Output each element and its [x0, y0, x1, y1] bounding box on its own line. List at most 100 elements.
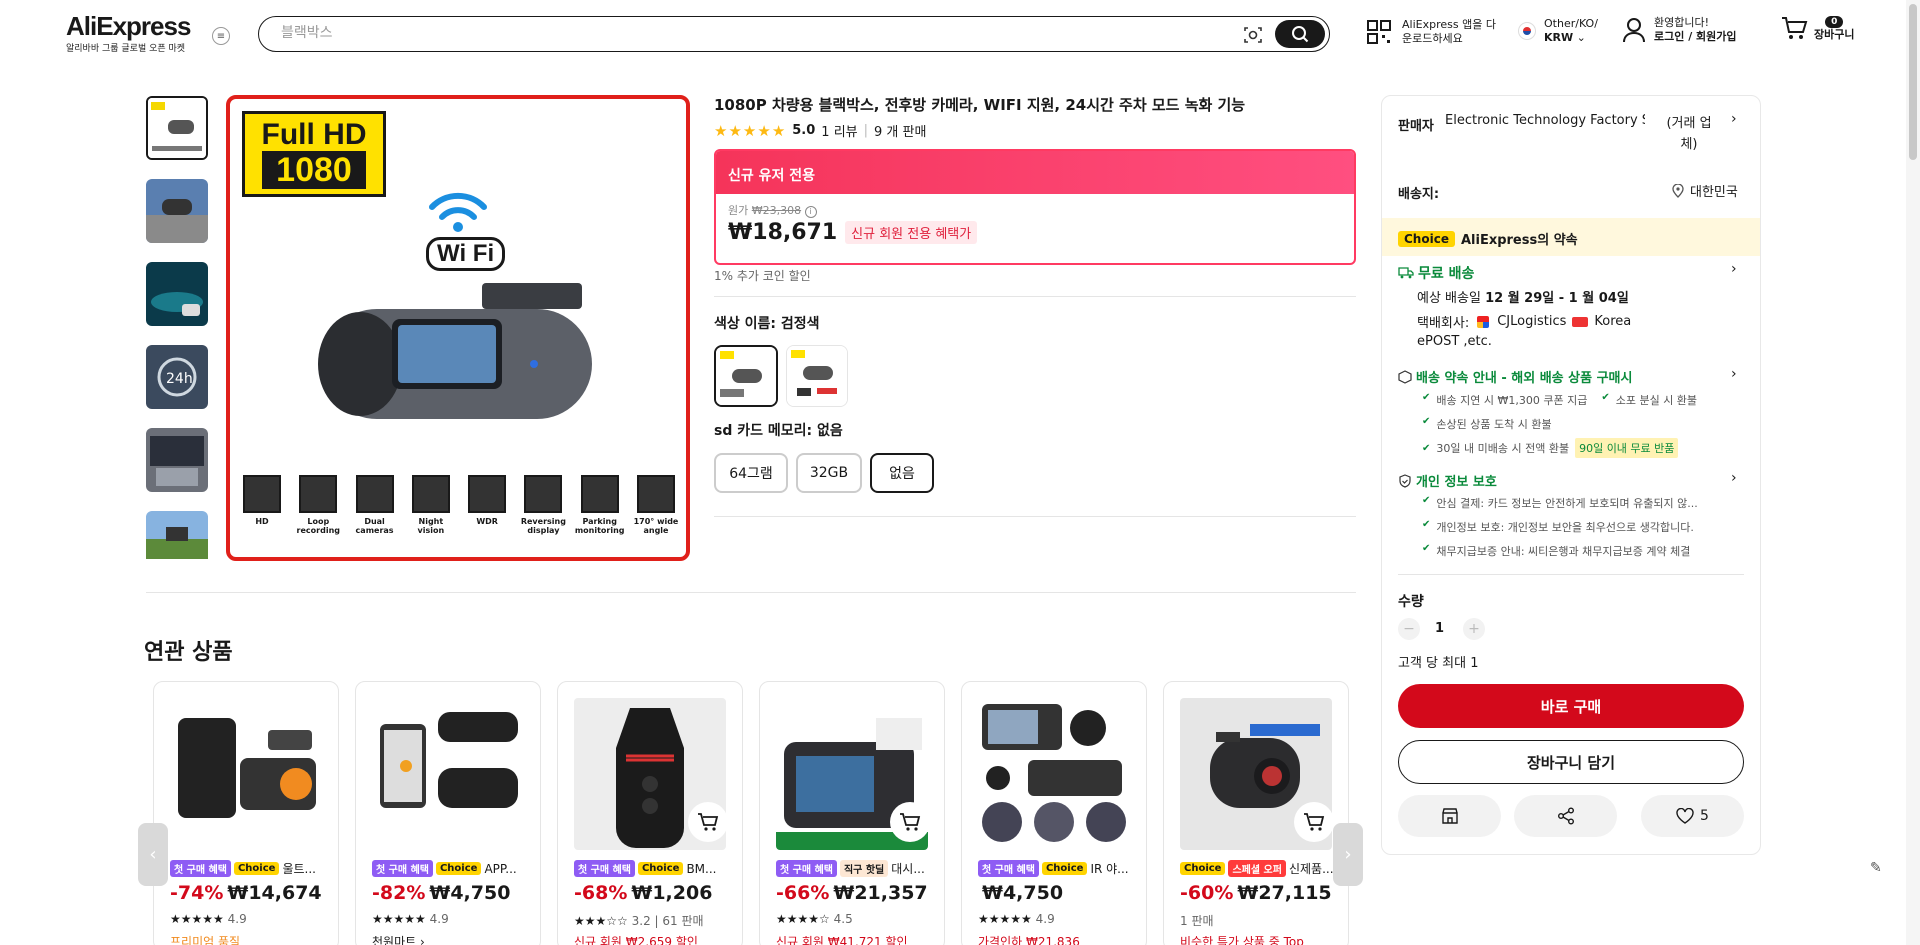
image-search-icon[interactable]	[1243, 25, 1263, 45]
thumbnail-5[interactable]	[146, 428, 208, 492]
search-icon	[1292, 26, 1309, 43]
feature-parking: Parking monitoring	[574, 475, 626, 535]
sd-option-32[interactable]: 32GB	[796, 453, 862, 493]
chevron-right-icon[interactable]: ›	[1731, 261, 1737, 277]
seller-label: 판매자	[1398, 119, 1434, 134]
free-return-badge: 90일 이내 무료 반품	[1575, 438, 1679, 458]
privacy-title[interactable]: 개인 정보 보호	[1398, 471, 1497, 490]
related-card-6[interactable]: Choice 스페셜 오퍼 신제품... -60% ₩27,115 1 판매 비슷한 …	[1163, 681, 1349, 945]
buy-now-button[interactable]: 바로 구매	[1398, 684, 1744, 728]
cart-label: 장바구니	[1814, 28, 1855, 41]
aliexpress-logo[interactable]: AliExpress 알리바바 그룹 글로벌 오픈 마켓	[66, 12, 191, 54]
carousel-next-button[interactable]: ›	[1333, 823, 1363, 886]
rating-row[interactable]: ★ ★ ★ ★ ★ 5.0 1 리뷰 | 9 개 판매	[714, 121, 926, 141]
sd-option-64[interactable]: 64그램	[714, 453, 788, 493]
free-shipping[interactable]: 무료 배송	[1398, 263, 1474, 283]
wish-count: 5	[1700, 808, 1709, 824]
original-price: ₩23,308	[751, 204, 802, 217]
divider	[714, 296, 1356, 297]
carousel-prev-button[interactable]: ‹	[138, 823, 168, 886]
rating: 3.2	[631, 914, 651, 928]
account-menu[interactable]: 환영합니다! 로그인 / 회원가입	[1622, 16, 1737, 44]
related-card-2[interactable]: 첫 구매 혜택 Choice APP... -82% ₩4,750 ★★★★★ 4.9…	[355, 681, 541, 945]
tag: 첫 구매 혜택	[978, 860, 1039, 877]
qty-decrease-button[interactable]: −	[1398, 618, 1420, 640]
product-name: BM...	[686, 861, 717, 876]
divider	[714, 516, 1356, 517]
add-cart-icon[interactable]	[1294, 802, 1334, 842]
korea-flag-icon	[1518, 22, 1536, 40]
sold: 1 판매	[1180, 914, 1214, 928]
search-input[interactable]	[281, 25, 1181, 41]
chevron-right-icon[interactable]: ›	[1731, 111, 1737, 127]
rating: 4.9	[429, 912, 449, 926]
free-ship-text: 무료 배송	[1418, 266, 1475, 282]
chevron-right-icon[interactable]: ›	[1731, 470, 1737, 486]
related-card-1[interactable]: 첫 구매 혜택 Choice 울트... -74% ₩14,674 ★★★★★ 4.9…	[153, 681, 339, 945]
add-to-cart-button[interactable]: 장바구니 담기	[1398, 740, 1744, 784]
discount: -82%	[372, 882, 426, 904]
main-product-image[interactable]: Full HD 1080 Wi Fi HD Loop recording Dua…	[226, 95, 690, 561]
thumbnail-4[interactable]: 24h	[146, 345, 208, 409]
product-image	[170, 698, 322, 850]
related-card-4[interactable]: 첫 구매 혜택 직구 핫딜 대시... -66% ₩21,357 ★★★★☆ 4.5 …	[759, 681, 945, 945]
add-cart-icon[interactable]	[688, 802, 728, 842]
sold: 61 판매	[662, 914, 704, 928]
color-option-black[interactable]	[714, 345, 778, 407]
wishlist-button[interactable]: 5	[1641, 795, 1744, 837]
qty-value[interactable]: 1	[1435, 621, 1444, 636]
product-name: 대시...	[891, 862, 925, 876]
sd-label: sd 카드 메모리: 없음	[714, 423, 843, 439]
wifi-label: Wi Fi	[426, 237, 506, 271]
app-download[interactable]: AliExpress 앱을 다 운로드하세요	[1366, 18, 1496, 46]
carrier3: ePOST ,etc.	[1417, 334, 1492, 349]
privacy-text: 개인 정보 보호	[1416, 475, 1497, 490]
cart-icon	[1782, 17, 1808, 39]
seller-name[interactable]: Electronic Technology Factory St...	[1445, 113, 1645, 128]
menu-icon[interactable]: ≡	[212, 27, 230, 45]
price: ₩4,750	[982, 882, 1064, 904]
related-card-3[interactable]: 첫 구매 혜택 Choice BM... -68% ₩1,206 ★★★☆☆ 3.2 …	[557, 681, 743, 945]
qty-increase-button[interactable]: +	[1463, 618, 1485, 640]
color-option-2[interactable]	[786, 345, 848, 407]
sd-option-none[interactable]: 없음	[870, 453, 934, 493]
related-card-5[interactable]: 첫 구매 혜택 Choice IR 야... ₩4,750 ★★★★★ 4.9 가격…	[961, 681, 1147, 945]
thumbnail-2[interactable]	[146, 179, 208, 243]
badge-top: Full HD	[261, 118, 367, 151]
qr-code-icon	[1367, 20, 1391, 44]
privacy-line3: ✔ 채무지급보증 안내: 씨티은행과 채무지급보증 계약 체결	[1422, 543, 1691, 558]
logo-subtitle: 알리바바 그룹 글로벌 오픈 마켓	[66, 44, 186, 54]
add-cart-icon[interactable]	[890, 802, 930, 842]
guarantee-title[interactable]: 배송 약속 안내 - 해외 배송 상품 구매시	[1398, 367, 1632, 386]
tag: Choice	[1180, 862, 1226, 875]
review-count[interactable]: 1 리뷰	[821, 121, 857, 140]
wifi-icon	[429, 192, 487, 232]
tag: Choice	[1041, 862, 1088, 875]
scrollbar-thumb[interactable]	[1909, 4, 1917, 160]
chevron-right-icon[interactable]: ›	[1731, 366, 1737, 382]
price: ₩4,750	[429, 882, 511, 904]
box-icon	[1398, 369, 1412, 384]
product-name: APP...	[484, 861, 517, 876]
cart-link[interactable]: 0 장바구니	[1780, 14, 1854, 42]
info-icon[interactable]: i	[804, 206, 817, 218]
store-icon	[1441, 808, 1458, 824]
qty-limit: 고객 당 최대 1	[1398, 656, 1479, 671]
feature-reversing: Reversing display	[517, 475, 569, 535]
thumbnail-6[interactable]	[146, 511, 208, 559]
feature-loop: Loop recording	[292, 475, 344, 535]
search-button[interactable]	[1275, 20, 1325, 48]
choice-promise: Choice AliExpress의 약속	[1398, 229, 1578, 248]
rating: 4.5	[833, 912, 853, 926]
locale-selector[interactable]: Other/KO/KRW ⌄	[1518, 17, 1598, 45]
thumbnail-3[interactable]	[146, 262, 208, 326]
tag: 첫 구매 혜택	[574, 860, 635, 877]
thumbnail-1[interactable]	[146, 96, 208, 160]
edit-icon[interactable]: ✎	[1870, 860, 1892, 882]
login-link: 로그인 / 회원가입	[1654, 30, 1737, 43]
original-price-label: 원가	[728, 204, 749, 217]
share-button[interactable]	[1514, 795, 1617, 837]
store-button[interactable]	[1398, 795, 1501, 837]
tag: Choice	[637, 862, 684, 875]
ship-destination[interactable]: 대한민국	[1672, 181, 1738, 200]
